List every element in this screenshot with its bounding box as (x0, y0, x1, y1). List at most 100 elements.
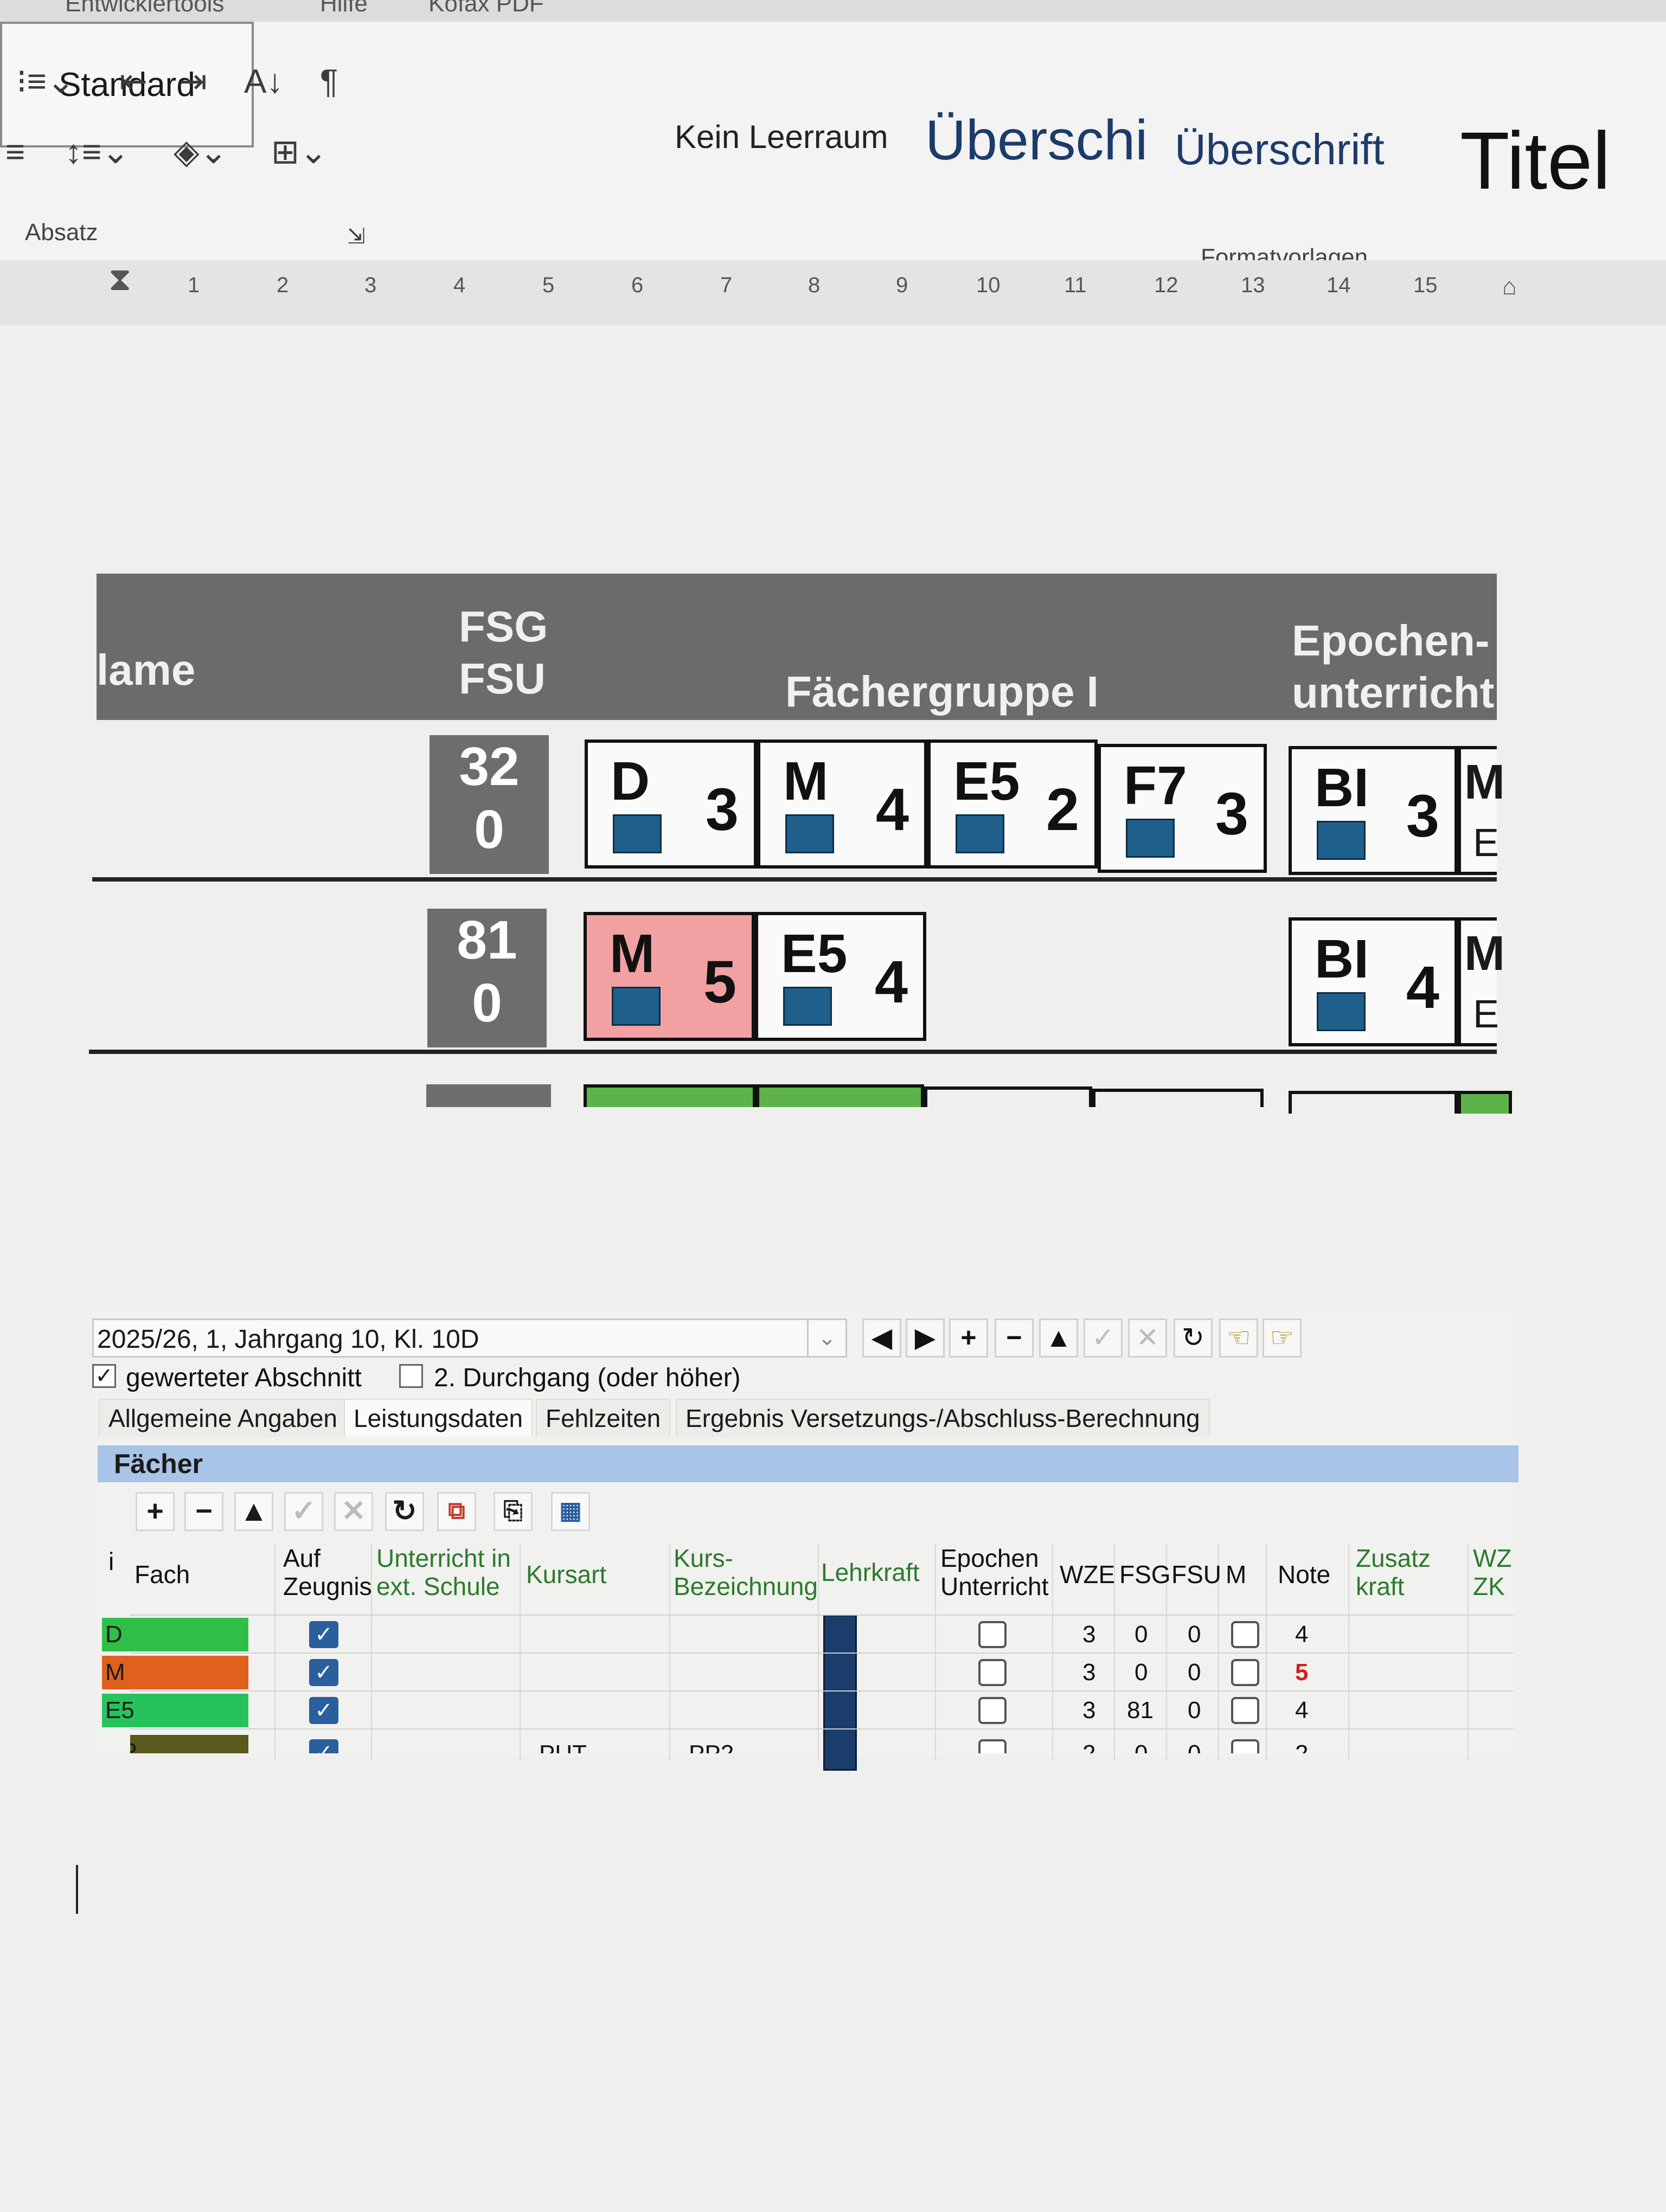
section-selector[interactable]: 2025/26, 1, Jahrgang 10, Kl. 10D ⌄ (92, 1319, 847, 1358)
col-fach[interactable]: Fach (134, 1560, 190, 1589)
wze-cell[interactable]: 3 (1082, 1616, 1095, 1654)
col-fsg[interactable]: FSG (1119, 1560, 1171, 1589)
auf-zeugnis-checkbox[interactable]: ✓ (309, 1697, 338, 1724)
zweiter-durchgang-checkbox[interactable] (399, 1364, 423, 1388)
shading-icon[interactable]: ◈⌄ (174, 136, 228, 169)
gewerteter-abschnitt-checkbox[interactable]: ✓ (92, 1364, 116, 1388)
tab-fehlzeiten[interactable]: Fehlzeiten (536, 1399, 671, 1437)
fach-cell[interactable]: E5 (102, 1694, 248, 1727)
style-ueberschrift-1[interactable]: Überschi (925, 108, 1148, 173)
style-kein-leerraum[interactable]: Kein Leerraum (675, 118, 897, 156)
col-kursart[interactable]: Kursart (526, 1560, 606, 1589)
epochen-checkbox[interactable] (978, 1697, 1007, 1724)
confirm-icon[interactable]: ✓ (284, 1492, 323, 1531)
cancel-icon[interactable]: ✕ (334, 1492, 373, 1531)
auf-zeugnis-checkbox[interactable]: ✓ (309, 1659, 338, 1686)
fsu-cell[interactable]: 0 (1188, 1654, 1201, 1692)
table-row[interactable]: E5 ✓ 3 81 0 4 (102, 1690, 1513, 1729)
wze-cell[interactable]: 2 (1082, 1735, 1095, 1753)
col-auf-zeugnis[interactable]: Auf Zeugnis (283, 1544, 372, 1600)
hand-right-icon[interactable]: ☞ (1263, 1319, 1302, 1358)
epochen-checkbox[interactable] (978, 1621, 1007, 1648)
col-ext-schule[interactable]: Unterricht in ext. Schule (376, 1544, 511, 1600)
fsg-cell[interactable]: 0 (1135, 1654, 1148, 1692)
m-checkbox[interactable] (1231, 1659, 1259, 1686)
chevron-down-icon[interactable]: ⌄ (807, 1320, 845, 1356)
fach-cell[interactable]: D (102, 1618, 248, 1651)
fsg-cell[interactable]: 81 (1127, 1692, 1154, 1729)
move-up-button[interactable]: ▲ (234, 1492, 273, 1531)
col-m[interactable]: M (1226, 1560, 1246, 1589)
m-checkbox[interactable] (1231, 1621, 1259, 1648)
col-note[interactable]: Note (1278, 1560, 1330, 1589)
copy-subjects-icon[interactable]: ⧉ (437, 1492, 476, 1531)
first-record-button[interactable]: ▲ (1039, 1319, 1078, 1358)
import-subjects-icon[interactable]: ⎘ (494, 1492, 533, 1531)
increase-indent-icon[interactable]: ⇥ (179, 65, 207, 99)
menu-kofax-pdf[interactable]: Kofax PDF (428, 0, 544, 17)
m-checkbox[interactable] (1231, 1739, 1259, 1753)
menu-hilfe[interactable]: Hilfe (320, 0, 368, 17)
note-cell[interactable]: 4 (1295, 1616, 1308, 1654)
kursart-cell[interactable]: PUT (539, 1735, 587, 1753)
table-row[interactable]: PP ✓ PUT PP2 2 0 0 2 (130, 1728, 1513, 1753)
table-row[interactable]: ▶ D ✓ 3 0 0 4 (102, 1615, 1513, 1654)
epochen-checkbox[interactable] (978, 1739, 1007, 1753)
col-wze[interactable]: WZE (1060, 1560, 1115, 1589)
fsg-cell[interactable]: 0 (1135, 1616, 1148, 1654)
fsu-cell[interactable]: 0 (1188, 1616, 1201, 1654)
dialog-launcher-icon[interactable]: ⇲ (347, 226, 366, 247)
auf-zeugnis-checkbox[interactable]: ✓ (309, 1621, 338, 1648)
wze-cell[interactable]: 3 (1082, 1654, 1095, 1692)
next-record-button[interactable]: ▶ (906, 1319, 945, 1358)
previous-record-button[interactable]: ◀ (862, 1319, 901, 1358)
auf-zeugnis-checkbox[interactable]: ✓ (309, 1739, 338, 1753)
note-cell[interactable]: 5 (1295, 1654, 1308, 1692)
fsu-cell[interactable]: 0 (1188, 1735, 1201, 1753)
col-epochen-unterricht[interactable]: Epochen Unterricht (940, 1544, 1048, 1600)
epochen-checkbox[interactable] (978, 1659, 1007, 1686)
borders-icon[interactable]: ⊞⌄ (271, 136, 328, 169)
right-indent-icon[interactable]: ⌂ (1502, 273, 1517, 300)
decrease-indent-icon[interactable]: ⇤ (119, 65, 148, 99)
kurs-bezeichnung-cell[interactable]: PP2 (689, 1735, 734, 1753)
delete-record-button[interactable]: − (995, 1319, 1034, 1358)
fach-cell[interactable]: M (102, 1656, 248, 1689)
menu-entwicklertools[interactable]: Entwicklertools (65, 0, 224, 17)
refresh-icon[interactable]: ↻ (1174, 1319, 1213, 1358)
tab-leistungsdaten[interactable]: Leistungsdaten (344, 1399, 533, 1437)
refresh-icon[interactable]: ↻ (385, 1492, 424, 1531)
edit-table-icon[interactable]: ▦ (551, 1492, 590, 1531)
line-spacing-icon[interactable]: ↕≡⌄ (65, 136, 130, 169)
table-row[interactable]: M ✓ 3 0 0 5 (102, 1652, 1513, 1692)
col-lehrkraft[interactable]: Lehrkraft (821, 1558, 920, 1586)
justify-icon[interactable]: ≡ (5, 136, 25, 169)
ruler[interactable]: ⧗ 1 2 3 4 5 6 7 8 9 10 11 12 13 14 15 ⌂ (0, 260, 1666, 326)
add-subject-button[interactable]: + (136, 1492, 175, 1531)
tab-allgemeine-angaben[interactable]: Allgemeine Angaben (99, 1399, 347, 1437)
tab-ergebnis-berechnung[interactable]: Ergebnis Versetzungs-/Abschluss-Berechnu… (676, 1399, 1210, 1437)
col-fsu[interactable]: FSU (1171, 1560, 1221, 1589)
fsu-cell[interactable]: 0 (1188, 1692, 1201, 1729)
zweiter-durchgang-label: 2. Durchgang (oder höher) (434, 1364, 741, 1392)
remove-subject-button[interactable]: − (184, 1492, 223, 1531)
fsg-cell[interactable]: 0 (1135, 1735, 1148, 1753)
wze-cell[interactable]: 3 (1082, 1692, 1095, 1729)
pilcrow-icon[interactable]: ¶ (320, 65, 338, 99)
confirm-edit-icon[interactable]: ✓ (1084, 1319, 1123, 1358)
col-wz-zk[interactable]: WZ ZK (1473, 1544, 1512, 1600)
fach-cell[interactable]: PP (130, 1735, 248, 1753)
note-cell[interactable]: 2 (1295, 1735, 1308, 1753)
hand-left-icon[interactable]: ☜ (1219, 1319, 1258, 1358)
style-ueberschrift-2[interactable]: Überschrift (1175, 125, 1402, 175)
note-cell[interactable]: 4 (1295, 1692, 1308, 1729)
col-kurs-bezeichnung[interactable]: Kurs- Bezeichnung (674, 1544, 818, 1600)
indent-marker-icon[interactable]: ⧗ (108, 260, 131, 298)
cancel-edit-icon[interactable]: ✕ (1128, 1319, 1167, 1358)
col-zusatzkraft[interactable]: Zusatz kraft (1356, 1544, 1431, 1600)
multilevel-list-icon[interactable]: ⁝≡⌄ (16, 65, 75, 99)
m-checkbox[interactable] (1231, 1697, 1259, 1724)
style-titel[interactable]: Titel (1460, 114, 1655, 208)
sort-icon[interactable]: A↓ (244, 65, 283, 99)
add-record-button[interactable]: + (949, 1319, 988, 1358)
